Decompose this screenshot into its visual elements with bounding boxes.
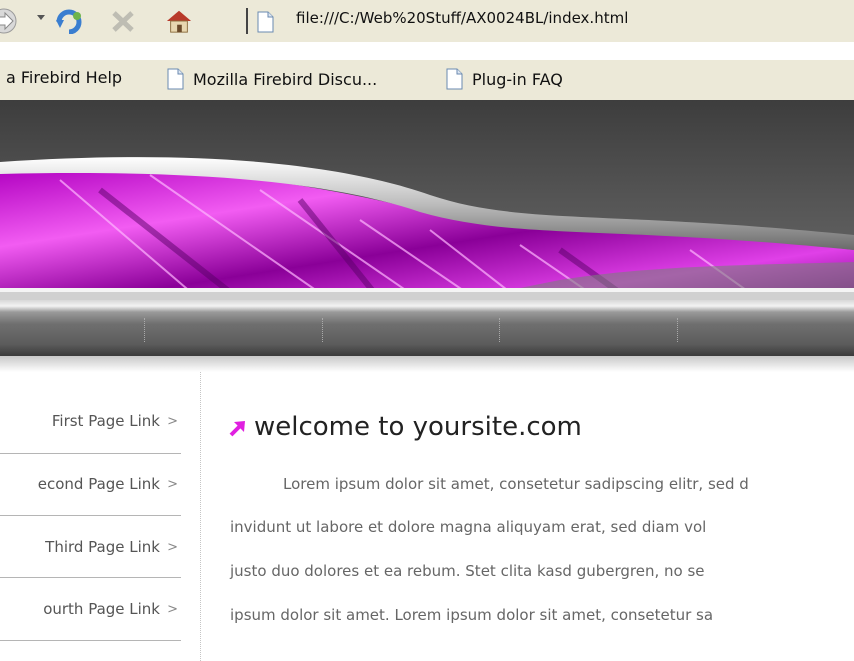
sidebar-link-third[interactable]: Third Page Link [45,538,160,556]
dropdown-icon[interactable] [36,12,46,22]
reload-icon[interactable] [55,8,85,34]
page-icon [257,11,274,33]
toolbar-separator [246,8,248,34]
stop-icon[interactable] [108,8,138,34]
bookmark-firebird-help[interactable]: a Firebird Help [6,68,122,87]
sidebar-divider [0,640,181,641]
page-icon [167,68,184,90]
paragraph-line: Lorem ipsum dolor sit amet, consetetur s… [283,475,749,493]
page-title: welcome to yoursite.com [254,412,582,442]
address-bar-url[interactable]: file:///C:/Web%20Stuff/AX0024BL/index.ht… [296,9,628,27]
bookmark-label: Mozilla Firebird Discu... [193,69,378,89]
bookmark-label: Plug-in FAQ [472,69,563,89]
sidebar-link-fourth[interactable]: ourth Page Link [43,600,160,618]
chevron-right-icon: > [167,602,178,617]
nav-divider [499,318,501,342]
sidebar-divider [0,577,181,578]
site-nav-bar [0,300,854,356]
site-header-banner [0,100,854,300]
nav-divider [322,318,324,342]
bookmarks-toolbar: a Firebird Help Mozilla Firebird Discu..… [0,60,854,100]
header-artwork [0,100,854,300]
forward-arrow-icon[interactable] [0,8,30,34]
sidebar-link-second[interactable]: econd Page Link [38,475,160,493]
nav-divider [144,318,146,342]
paragraph-line: ipsum dolor sit amet. Lorem ipsum dolor … [230,606,714,624]
bookmark-firebird-discussion[interactable]: Mozilla Firebird Discu... [166,68,377,90]
bookmark-label: a Firebird Help [6,68,123,87]
bookmark-plugin-faq[interactable]: Plug-in FAQ [445,68,563,90]
chevron-right-icon: > [167,477,178,492]
paragraph-line: invidunt ut labore et dolore magna aliqu… [230,518,707,536]
sidebar-divider [0,515,181,516]
sidebar-nav: First Page Link > econd Page Link > Thir… [0,372,201,661]
nav-shadow [0,356,854,372]
sidebar-divider [0,453,181,454]
browser-toolbar: file:///C:/Web%20Stuff/AX0024BL/index.ht… [0,0,854,42]
sidebar-link-first[interactable]: First Page Link [52,412,160,430]
paragraph-line: justo duo dolores et ea rebum. Stet clit… [230,562,705,580]
home-icon[interactable] [162,8,196,34]
page-icon [446,68,463,90]
nav-divider [677,318,679,342]
chevron-right-icon: > [167,540,178,555]
chevron-right-icon: > [167,414,178,429]
arrow-up-right-icon [229,421,245,437]
